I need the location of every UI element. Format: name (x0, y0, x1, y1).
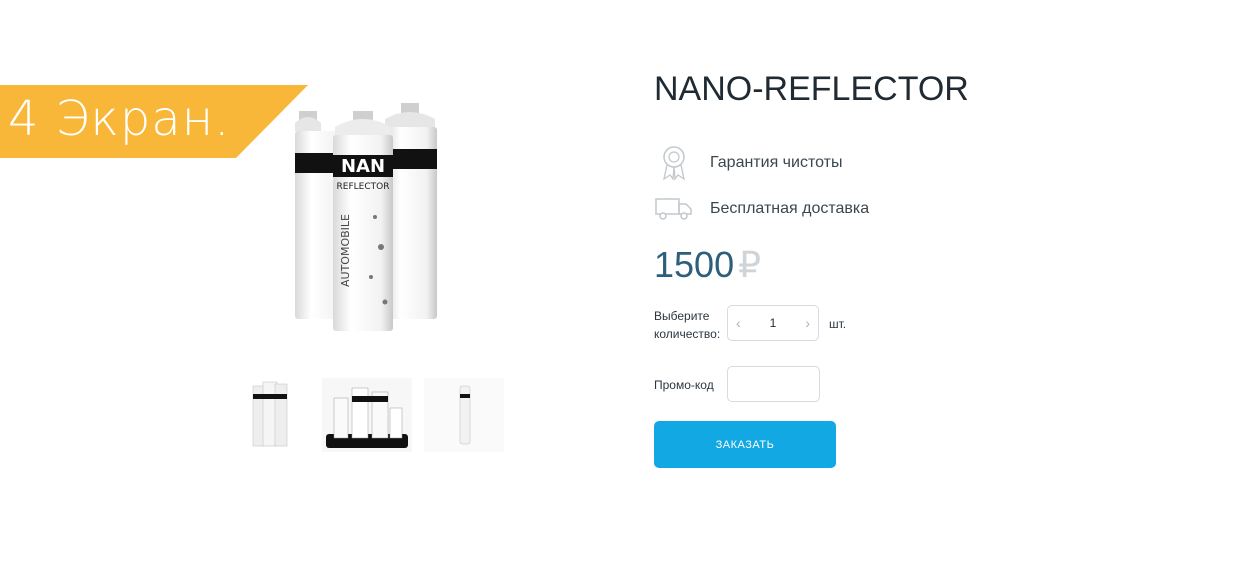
thumbnail-3[interactable] (424, 378, 504, 452)
thumbnail-1[interactable] (245, 378, 300, 452)
product-price: 1500 ₽ (654, 244, 761, 286)
section-banner: 4 Экран. (0, 85, 308, 158)
svg-text:AUTOMOBILE: AUTOMOBILE (339, 214, 352, 287)
cans-group-thumbnail-image (322, 378, 412, 452)
svg-text:NAN: NAN (341, 156, 385, 177)
feature-guarantee: Гарантия чистоты (654, 145, 842, 181)
feature-guarantee-label: Гарантия чистоты (710, 154, 843, 171)
delivery-truck-icon (654, 191, 694, 227)
product-main-image[interactable]: NAN REFLECTOR AUTOMOBILE (285, 97, 455, 337)
quantity-value[interactable]: 1 (770, 316, 777, 330)
single-can-thumbnail-image (424, 378, 504, 452)
quantity-unit: шт. (829, 317, 847, 331)
product-title: NANO-REFLECTOR (654, 70, 969, 108)
three-cans-thumbnail-image (252, 381, 288, 447)
quantity-label-line2: количество: (654, 327, 721, 341)
feature-delivery-label: Бесплатная доставка (710, 200, 870, 217)
spray-can-center: NAN REFLECTOR AUTOMOBILE (333, 111, 393, 331)
svg-text:REFLECTOR: REFLECTOR (337, 182, 390, 192)
thumbnail-2[interactable] (322, 378, 412, 452)
banner-text: 4 Экран. (8, 91, 231, 147)
quantity-label-line1: Выберите (654, 309, 710, 323)
currency-symbol: ₽ (738, 244, 761, 285)
quantity-stepper[interactable]: ‹ 1 › (727, 305, 819, 341)
promo-code-label: Промо-код (654, 378, 714, 392)
price-value: 1500 (654, 244, 735, 285)
promo-code-input[interactable] (727, 366, 820, 402)
quantity-increment-button[interactable]: › (805, 315, 810, 331)
award-badge-icon (654, 145, 694, 181)
feature-delivery: Бесплатная доставка (654, 191, 869, 227)
order-button[interactable]: ЗАКАЗАТЬ (654, 421, 836, 468)
quantity-decrement-button[interactable]: ‹ (736, 315, 741, 331)
quantity-label: Выберите количество: (654, 307, 720, 343)
